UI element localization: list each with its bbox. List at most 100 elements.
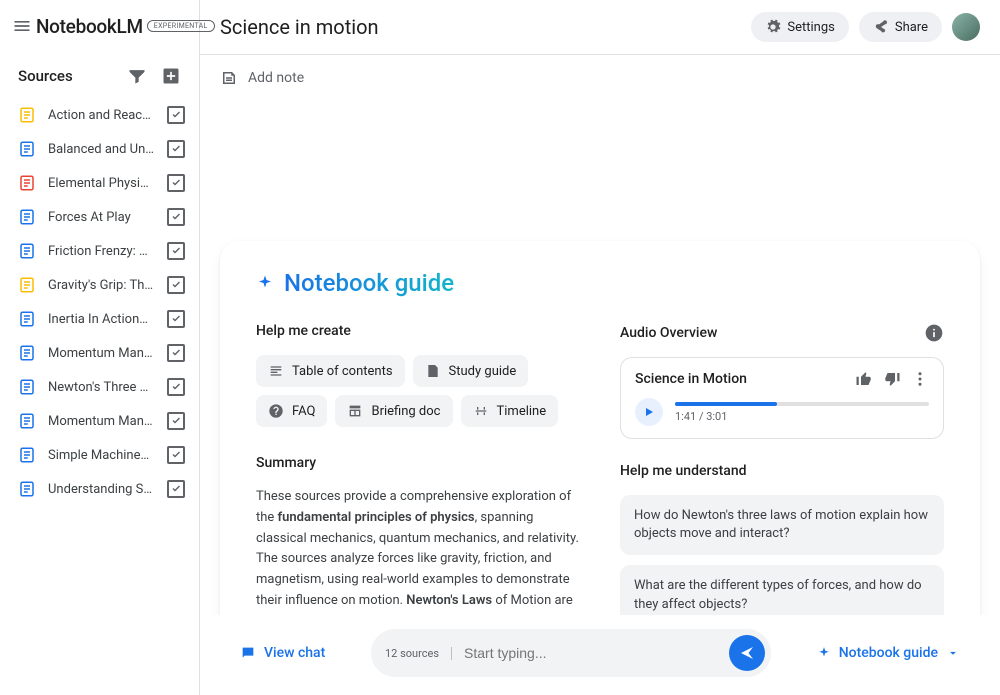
source-item[interactable]: Inertia In Action… (0, 302, 199, 336)
source-label: Elemental Physics, Third… (48, 176, 155, 191)
chevron-down-icon (946, 646, 960, 660)
source-checkbox[interactable] (167, 344, 185, 362)
source-item[interactable]: Forces At Play (0, 200, 199, 234)
source-checkbox[interactable] (167, 480, 185, 498)
doc-icon (18, 412, 36, 430)
chip-icon (347, 403, 363, 419)
more-icon[interactable] (911, 370, 929, 388)
doc-icon (18, 208, 36, 226)
guide-title: Notebook guide (284, 269, 454, 297)
source-label: Inertia In Action… (48, 312, 155, 327)
settings-label: Settings (787, 20, 834, 35)
source-label: Simple Machines Make… (48, 448, 155, 463)
thumbs-up-icon[interactable] (855, 370, 873, 388)
source-label: Action and Reaction (48, 108, 155, 123)
chat-input-container: 12 sources (371, 629, 771, 677)
doc-icon (18, 480, 36, 498)
audio-card: Science in Motion (620, 357, 944, 439)
source-count: 12 sources (385, 647, 452, 660)
source-checkbox[interactable] (167, 276, 185, 294)
filter-icon[interactable] (123, 62, 151, 90)
chip-study-guide[interactable]: Study guide (413, 355, 529, 387)
doc-icon (18, 446, 36, 464)
chip-timeline[interactable]: Timeline (461, 395, 559, 427)
chip-label: FAQ (292, 404, 315, 419)
source-label: Gravity's Grip: The Force… (48, 278, 155, 293)
play-button[interactable] (635, 398, 663, 426)
share-label: Share (895, 20, 928, 35)
add-note-button[interactable]: Add note (220, 69, 980, 87)
chat-input[interactable] (464, 645, 717, 661)
source-label: Newton's Three Laws… (48, 380, 155, 395)
audio-title: Science in Motion (635, 371, 747, 387)
add-source-icon[interactable] (157, 62, 185, 90)
source-label: Friction Frenzy: Explorin… (48, 244, 155, 259)
source-label: Understanding Speed, Ve… (48, 482, 155, 497)
doc-icon (18, 140, 36, 158)
doc-icon (18, 310, 36, 328)
source-item[interactable]: Momentum Mania: Inves… (0, 336, 199, 370)
summary-label: Summary (256, 455, 580, 471)
doc-icon (18, 378, 36, 396)
doc-icon (18, 174, 36, 192)
source-item[interactable]: Simple Machines Make… (0, 438, 199, 472)
understand-label: Help me understand (620, 463, 944, 479)
chip-icon (425, 363, 441, 379)
add-note-label: Add note (248, 70, 304, 86)
source-checkbox[interactable] (167, 378, 185, 396)
source-checkbox[interactable] (167, 140, 185, 158)
audio-label: Audio Overview (620, 325, 717, 341)
share-button[interactable]: Share (859, 12, 942, 42)
sources-title: Sources (18, 67, 73, 85)
chip-icon (268, 403, 284, 419)
brand-name: NotebookLM (36, 15, 143, 38)
source-label: Forces At Play (48, 210, 155, 225)
settings-button[interactable]: Settings (751, 12, 848, 42)
chip-icon (473, 403, 489, 419)
understand-item[interactable]: How do Newton's three laws of motion exp… (620, 495, 944, 555)
understand-item[interactable]: What are the different types of forces, … (620, 565, 944, 615)
chip-label: Table of contents (292, 364, 393, 379)
chip-briefing-doc[interactable]: Briefing doc (335, 395, 452, 427)
doc-icon (18, 242, 36, 260)
source-label: Balanced and Unbalance… (48, 142, 155, 157)
chip-label: Study guide (449, 364, 517, 379)
source-checkbox[interactable] (167, 242, 185, 260)
source-item[interactable]: Momentum Mania: Inves… (0, 404, 199, 438)
audio-progress[interactable] (675, 402, 929, 406)
source-checkbox[interactable] (167, 106, 185, 124)
create-label: Help me create (256, 323, 580, 339)
source-checkbox[interactable] (167, 208, 185, 226)
summary-text: These sources provide a comprehensive ex… (256, 487, 580, 615)
view-chat-button[interactable]: View chat (240, 645, 325, 661)
source-item[interactable]: Elemental Physics, Third… (0, 166, 199, 200)
source-item[interactable]: Balanced and Unbalance… (0, 132, 199, 166)
audio-time: 1:41 / 3:01 (675, 410, 929, 423)
source-checkbox[interactable] (167, 174, 185, 192)
source-item[interactable]: Understanding Speed, Ve… (0, 472, 199, 506)
notebook-guide-button[interactable]: Notebook guide (817, 645, 960, 661)
send-button[interactable] (729, 635, 765, 671)
avatar[interactable] (952, 13, 980, 41)
view-chat-label: View chat (264, 645, 325, 661)
source-label: Momentum Mania: Inves… (48, 346, 155, 361)
nb-guide-label: Notebook guide (839, 645, 938, 661)
source-checkbox[interactable] (167, 446, 185, 464)
source-item[interactable]: Friction Frenzy: Explorin… (0, 234, 199, 268)
source-checkbox[interactable] (167, 412, 185, 430)
source-item[interactable]: Action and Reaction (0, 98, 199, 132)
source-item[interactable]: Newton's Three Laws… (0, 370, 199, 404)
chip-table-of-contents[interactable]: Table of contents (256, 355, 405, 387)
source-label: Momentum Mania: Inves… (48, 414, 155, 429)
menu-button[interactable] (12, 10, 32, 42)
chip-faq[interactable]: FAQ (256, 395, 327, 427)
source-checkbox[interactable] (167, 310, 185, 328)
chip-label: Timeline (497, 404, 547, 419)
source-item[interactable]: Gravity's Grip: The Force… (0, 268, 199, 302)
doc-title[interactable]: Science in motion (220, 15, 379, 39)
chip-label: Briefing doc (371, 404, 440, 419)
doc-icon (18, 344, 36, 362)
thumbs-down-icon[interactable] (883, 370, 901, 388)
sparkle-icon (256, 274, 274, 292)
info-icon[interactable] (924, 323, 944, 343)
